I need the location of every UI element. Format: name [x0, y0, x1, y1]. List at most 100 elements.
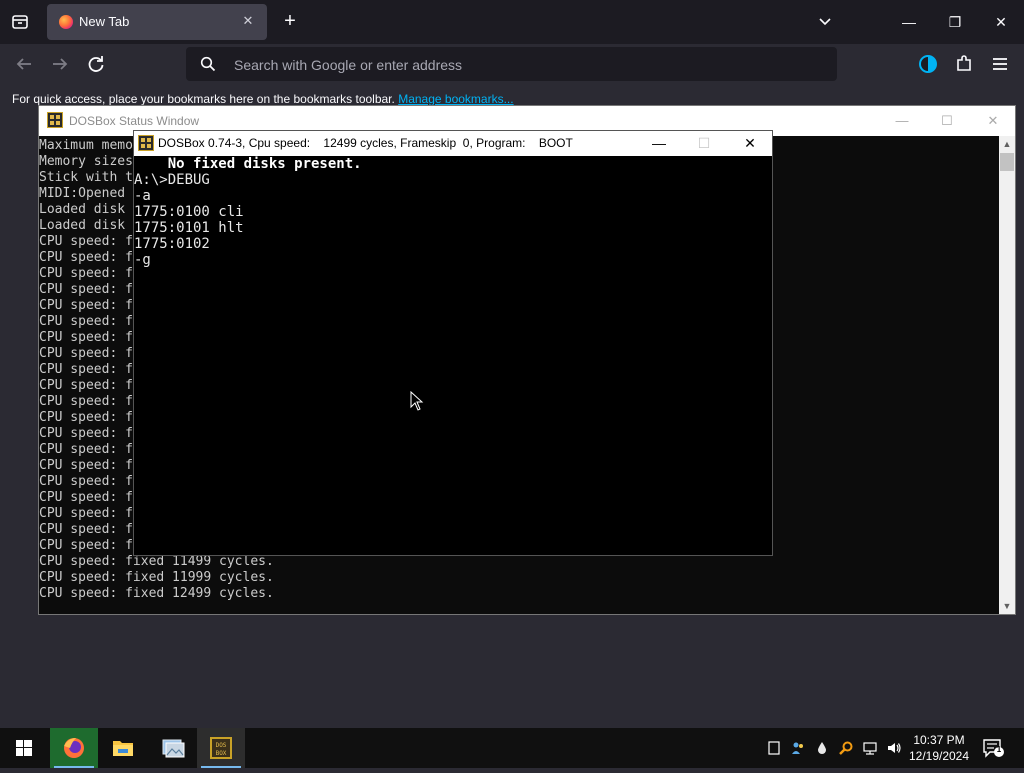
browser-tab-bar: New Tab ✕ + — ❐ ✕	[0, 0, 1024, 44]
dosbox-close-button[interactable]: ✕	[735, 132, 765, 154]
scroll-down-icon[interactable]: ▼	[999, 598, 1015, 614]
search-magnifier-icon[interactable]	[838, 740, 854, 756]
mouse-pointer-icon	[410, 390, 424, 411]
status-close-button[interactable]: ✕	[981, 109, 1005, 133]
console-line: Loaded disk	[39, 202, 126, 217]
dos-screen-line: A:\>DEBUG	[134, 172, 210, 188]
taskbar-file-explorer[interactable]	[99, 728, 147, 768]
console-line: CPU speed: f	[39, 410, 133, 425]
clock-time: 10:37 PM	[913, 733, 965, 747]
console-line: CPU speed: f	[39, 538, 133, 553]
dosbox-screen[interactable]: No fixed disks present. A:\>DEBUG -a 1775:0…	[134, 156, 772, 555]
forward-arrow-icon[interactable]	[48, 52, 72, 76]
firefox-icon	[64, 738, 84, 758]
browser-close-button[interactable]: ✕	[989, 10, 1013, 34]
console-line: CPU speed: f	[39, 426, 133, 441]
dosbox-icon: DOSBOX	[210, 737, 232, 759]
console-line: CPU speed: f	[39, 442, 133, 457]
photos-icon	[162, 739, 185, 758]
dosbox-icon	[138, 135, 154, 151]
dosbox-titlebar[interactable]: DOSBox 0.74-3, Cpu speed: 12499 cycles, …	[134, 131, 772, 156]
status-maximize-button[interactable]: ☐	[935, 109, 959, 133]
file-explorer-icon	[113, 741, 133, 756]
console-line: CPU speed: fixed 11999 cycles.	[39, 570, 274, 585]
reload-icon[interactable]	[84, 52, 108, 76]
taskbar: DOS BOX 10:37 PM 12/19/2024 1	[0, 728, 1024, 768]
svg-text:BOX: BOX	[216, 750, 227, 757]
start-button[interactable]	[0, 728, 48, 768]
taskbar-clock[interactable]: 10:37 PM 12/19/2024	[906, 732, 972, 764]
extensions-puzzle-icon[interactable]	[952, 52, 976, 76]
console-line: CPU speed: f	[39, 394, 133, 409]
clock-date: 12/19/2024	[908, 749, 970, 763]
water-drop-icon[interactable]	[814, 740, 830, 756]
dos-screen-line: -a	[134, 188, 151, 204]
console-line: Memory sizes	[39, 154, 133, 169]
dos-screen-line: 1775:0102	[134, 236, 210, 252]
manage-bookmarks-link[interactable]: Manage bookmarks...	[398, 92, 513, 106]
volume-icon[interactable]	[886, 740, 902, 756]
console-line: Stick with t	[39, 170, 133, 185]
console-line: CPU speed: f	[39, 490, 133, 505]
firefox-favicon-icon	[59, 15, 73, 29]
action-center-icon[interactable]: 1	[982, 738, 1004, 758]
tab-new-tab[interactable]: New Tab ✕	[47, 4, 267, 40]
dosbox-title: DOSBox 0.74-3, Cpu speed: 12499 cycles, …	[158, 136, 573, 150]
taskbar-photos[interactable]	[148, 728, 196, 768]
console-line: CPU speed: fixed 11499 cycles.	[39, 554, 274, 569]
search-input[interactable]	[232, 53, 796, 77]
firefox-view-icon[interactable]	[8, 10, 32, 34]
browser-minimize-button[interactable]: —	[897, 10, 921, 34]
status-scrollbar[interactable]: ▲ ▼	[999, 136, 1015, 614]
tab-title: New Tab	[79, 14, 130, 29]
tablet-mode-icon[interactable]	[766, 740, 782, 756]
console-line: CPU speed: f	[39, 522, 133, 537]
status-minimize-button[interactable]: —	[890, 109, 914, 133]
dosbox-main-window: DOSBox 0.74-3, Cpu speed: 12499 cycles, …	[133, 130, 773, 556]
console-line: CPU speed: f	[39, 250, 133, 265]
dos-screen-line: No fixed disks present.	[134, 156, 362, 172]
dos-screen-line: 1775:0100 cli	[134, 204, 244, 220]
console-line: CPU speed: f	[39, 378, 133, 393]
new-tab-button[interactable]: +	[279, 10, 301, 32]
browser-restore-button[interactable]: ❐	[943, 10, 967, 34]
console-line: CPU speed: f	[39, 234, 133, 249]
network-people-icon[interactable]	[790, 740, 806, 756]
console-line: CPU speed: f	[39, 282, 133, 297]
scroll-thumb[interactable]	[1000, 153, 1014, 171]
close-tab-icon[interactable]: ✕	[239, 12, 257, 30]
taskbar-dosbox[interactable]: DOS BOX	[197, 728, 245, 768]
taskbar-firefox[interactable]	[50, 728, 98, 768]
dosbox-maximize-button[interactable]: ☐	[689, 132, 719, 154]
dos-screen-line: 1775:0101 hlt	[134, 220, 244, 236]
back-arrow-icon[interactable]	[12, 52, 36, 76]
console-line: CPU speed: f	[39, 266, 133, 281]
console-line: CPU speed: f	[39, 330, 133, 345]
chevron-down-icon[interactable]	[815, 12, 835, 32]
console-line: CPU speed: fixed 12499 cycles.	[39, 586, 274, 601]
console-line: CPU speed: f	[39, 346, 133, 361]
console-line: CPU speed: f	[39, 474, 133, 489]
bookmarks-message: For quick access, place your bookmarks h…	[12, 92, 514, 106]
status-window-title: DOSBox Status Window	[69, 114, 200, 128]
bookmarks-hint-text: For quick access, place your bookmarks h…	[12, 92, 395, 106]
notification-count: 1	[996, 745, 1002, 754]
console-line: Maximum memo	[39, 138, 133, 153]
dos-screen-line: -g	[134, 252, 151, 268]
menu-hamburger-icon[interactable]	[988, 52, 1012, 76]
browser-navigation-bar	[0, 44, 1024, 84]
scroll-up-icon[interactable]: ▲	[999, 136, 1015, 152]
theme-contrast-icon[interactable]	[916, 52, 940, 76]
search-icon	[200, 56, 216, 72]
network-icon[interactable]	[862, 740, 878, 756]
dosbox-minimize-button[interactable]: —	[644, 132, 674, 154]
console-line: CPU speed: f	[39, 458, 133, 473]
dosbox-icon	[47, 112, 63, 128]
svg-text:DOS: DOS	[216, 742, 227, 749]
console-line: CPU speed: f	[39, 506, 133, 521]
console-line: CPU speed: f	[39, 298, 133, 313]
address-bar[interactable]	[186, 47, 837, 81]
console-line: CPU speed: f	[39, 362, 133, 377]
console-line: CPU speed: f	[39, 314, 133, 329]
console-line: Loaded disk	[39, 218, 126, 233]
